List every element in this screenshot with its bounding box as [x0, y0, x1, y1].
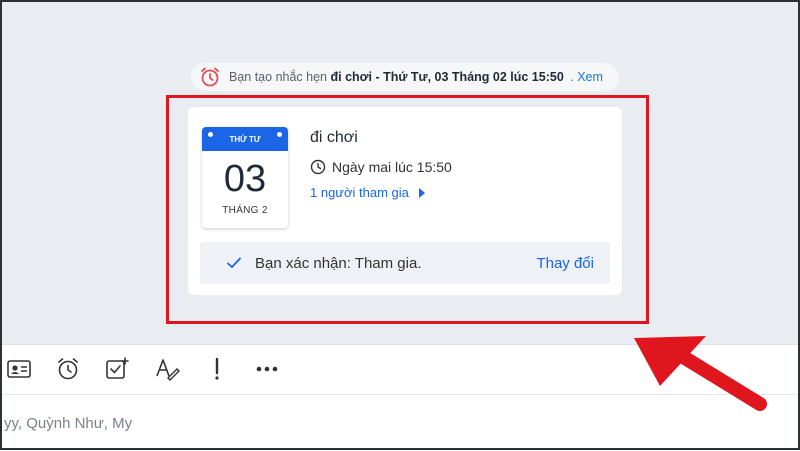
chat-area: Bạn tạo nhắc hẹn đi chơi - Thứ Tư, 03 Th…	[0, 0, 800, 344]
notice-event: đi chơi - Thứ Tư, 03 Tháng 02 lúc 15:50	[330, 70, 564, 84]
contact-card-icon[interactable]	[6, 356, 32, 382]
message-toolbar	[0, 344, 800, 395]
reminder-notice: Bạn tạo nhắc hẹn đi chơi - Thứ Tư, 03 Th…	[191, 63, 619, 91]
important-icon[interactable]	[204, 356, 230, 382]
notice-prefix: Bạn tạo nhắc hẹn	[229, 70, 327, 84]
message-input-area[interactable]: yy, Quỳnh Như, My	[0, 394, 800, 451]
notice-view-link[interactable]: . Xem	[570, 70, 603, 84]
more-icon[interactable]	[254, 356, 280, 382]
message-input-text[interactable]: yy, Quỳnh Như, My	[4, 415, 132, 432]
font-format-icon[interactable]	[154, 356, 180, 382]
checklist-icon[interactable]	[104, 356, 130, 382]
highlight-box	[166, 95, 649, 324]
alarm-icon	[199, 66, 221, 88]
alarm-icon[interactable]	[55, 356, 81, 382]
